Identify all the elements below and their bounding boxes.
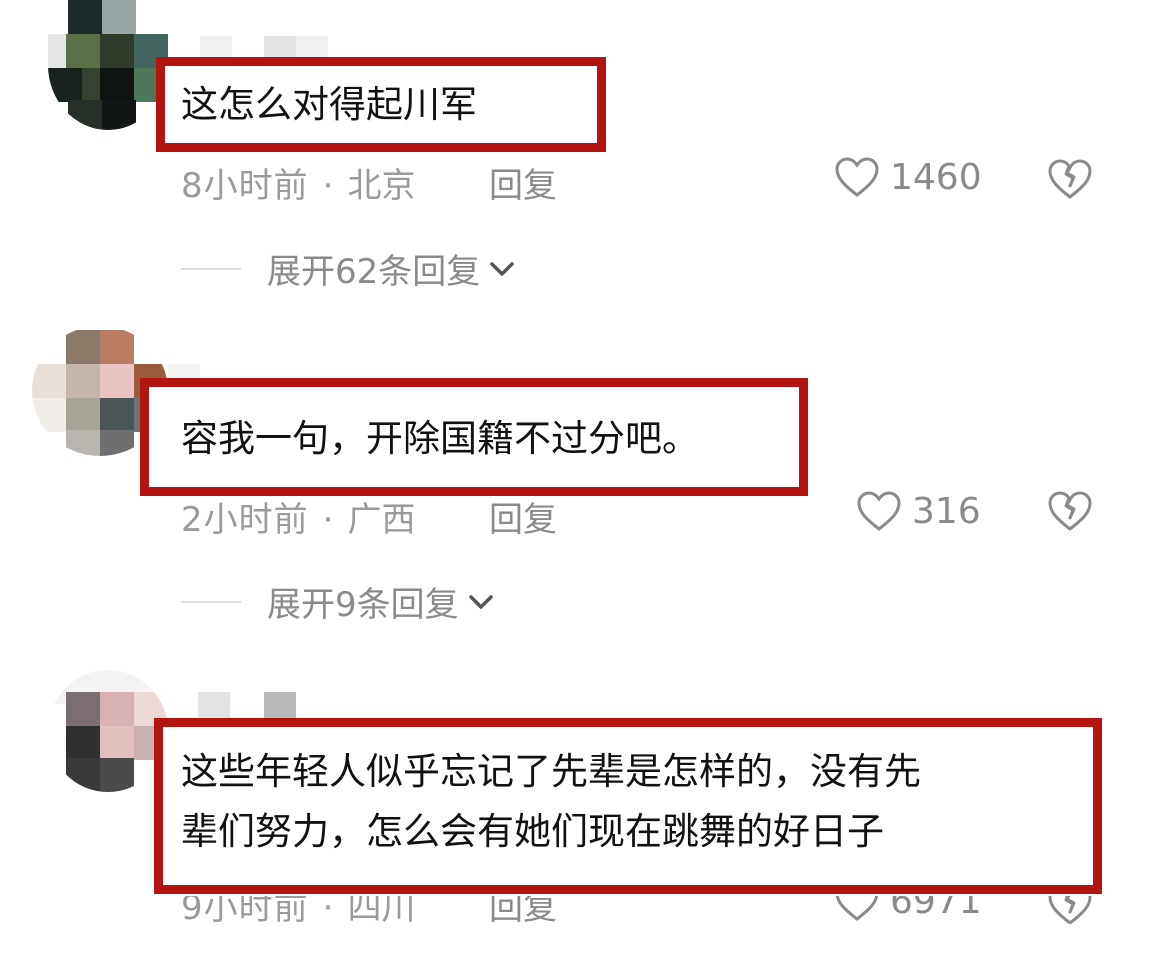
avatar-pixel: [100, 34, 134, 68]
dislike-button[interactable]: [1046, 158, 1094, 204]
avatar-pixel: [100, 692, 134, 726]
comment-location: 北京: [347, 166, 416, 206]
username-pixel: [198, 692, 230, 718]
comment-text-line: 辈们努力，怎么会有她们现在跳舞的好日子: [181, 810, 884, 853]
like-count: 316: [912, 490, 981, 532]
avatar-pixel: [100, 330, 134, 364]
expand-replies-label: 展开9条回复: [267, 585, 459, 625]
comment-text-line: 这些年轻人似乎忘记了先辈是怎样的，没有先: [181, 750, 921, 793]
expand-replies-button[interactable]: 展开62条回复: [181, 244, 516, 293]
avatar-pixel: [66, 330, 100, 364]
avatar-pixel: [66, 692, 100, 726]
avatar-pixel: [66, 758, 100, 792]
dislike-button[interactable]: [1046, 490, 1094, 536]
avatar-pixel: [32, 398, 66, 432]
avatar-pixel: [48, 34, 66, 68]
avatar-pixel: [100, 758, 134, 792]
like-button[interactable]: 6971: [834, 896, 982, 926]
avatar-pixel: [66, 34, 100, 68]
avatar-pixel: [32, 364, 66, 398]
separator-dot: ·: [322, 500, 334, 540]
avatar[interactable]: [48, 670, 168, 792]
avatar-pixel: [68, 0, 102, 34]
username-blur[interactable]: [200, 36, 330, 58]
separator-dot: ·: [322, 166, 334, 206]
avatar-pixel: [102, 0, 136, 34]
username-pixel: [264, 36, 296, 58]
comment-meta: 9小时前 · 四川 回复: [181, 896, 601, 924]
like-button[interactable]: 316: [856, 490, 981, 532]
avatar-pixel: [100, 68, 134, 102]
username-blur[interactable]: [198, 692, 328, 718]
comment-location: 四川: [347, 896, 416, 924]
avatar-pixel: [100, 430, 134, 456]
broken-heart-icon: [1048, 491, 1092, 531]
comment-meta: 2小时前 · 广西 回复: [181, 492, 601, 540]
like-button[interactable]: 1460: [834, 156, 982, 198]
username-pixel: [296, 36, 328, 58]
comment-text: 容我一句，开除国籍不过分吧。: [181, 417, 699, 460]
comment-text: 这怎么对得起川军: [181, 83, 477, 126]
avatar-pixel: [102, 100, 136, 130]
heart-icon: [857, 491, 901, 531]
like-count: 6971: [890, 896, 982, 922]
avatar-pixel: [100, 398, 134, 432]
chevron-down-icon: [468, 594, 493, 609]
separator-dot: ·: [322, 896, 334, 924]
avatar-pixel: [66, 726, 100, 760]
avatar-pixel: [48, 68, 82, 102]
reply-button[interactable]: 回复: [489, 492, 557, 541]
avatar-pixel: [68, 100, 102, 130]
comment-location: 广西: [347, 500, 416, 540]
reply-button[interactable]: 回复: [489, 158, 557, 207]
heart-icon: [835, 157, 879, 197]
chevron-down-icon: [490, 261, 515, 276]
avatar-pixel: [66, 430, 100, 456]
heart-icon: [835, 896, 879, 921]
comment-time: 2小时前: [181, 500, 309, 540]
divider-line: [181, 267, 241, 270]
avatar-pixel: [100, 726, 134, 760]
avatar-pixel: [66, 364, 100, 398]
broken-heart-icon: [1048, 159, 1092, 199]
avatar[interactable]: [48, 0, 168, 130]
comment-time: 8小时前: [181, 166, 309, 206]
comment-meta: 8小时前 · 北京 回复: [181, 158, 601, 206]
broken-heart-icon: [1048, 896, 1092, 924]
dislike-button[interactable]: [1046, 896, 1094, 924]
avatar-pixel: [100, 364, 134, 398]
username-pixel: [200, 36, 232, 58]
username-pixel: [264, 692, 296, 718]
like-count: 1460: [890, 156, 982, 198]
expand-replies-label: 展开62条回复: [267, 252, 481, 292]
divider-line: [181, 600, 241, 603]
avatar-pixel: [66, 398, 100, 432]
comment-time: 9小时前: [181, 896, 309, 924]
expand-replies-button[interactable]: 展开9条回复: [181, 577, 495, 626]
reply-button[interactable]: 回复: [489, 896, 557, 924]
